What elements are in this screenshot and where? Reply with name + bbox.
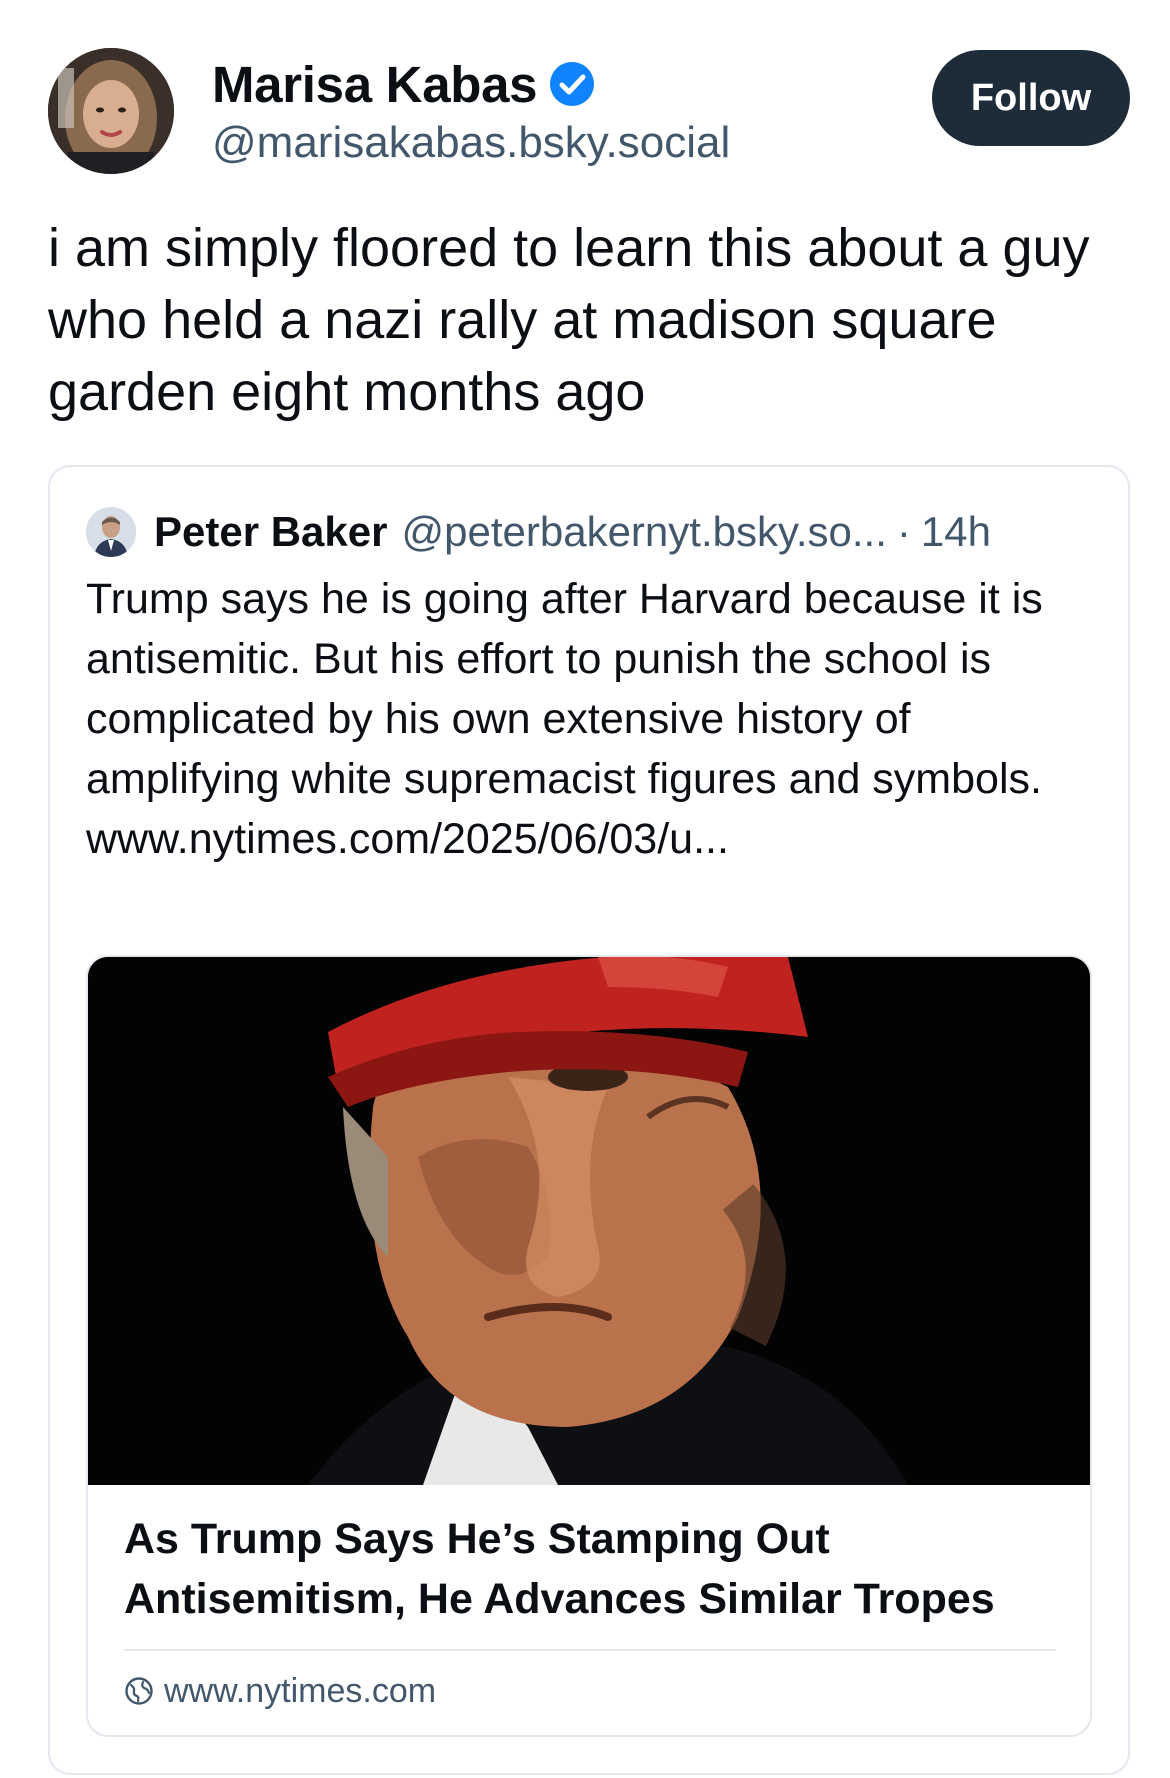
- author-name-row: Marisa Kabas: [212, 52, 730, 116]
- quote-author-display-name[interactable]: Peter Baker: [154, 508, 387, 556]
- link-card[interactable]: As Trump Says He’s Stamping Out Antisemi…: [86, 955, 1092, 1737]
- quote-author-handle[interactable]: @peterbakernyt.bsky.so...: [401, 508, 886, 556]
- link-card-image: [88, 957, 1090, 1485]
- quote-card[interactable]: Peter Baker @peterbakernyt.bsky.so... · …: [48, 465, 1130, 1775]
- quote-text: Trump says he is going after Harvard bec…: [86, 575, 1043, 863]
- follow-button[interactable]: Follow: [932, 50, 1130, 146]
- verified-check-icon: [549, 61, 595, 107]
- globe-icon: [124, 1676, 154, 1706]
- quote-header: Peter Baker @peterbakernyt.bsky.so... · …: [86, 507, 991, 557]
- quote-author-avatar[interactable]: [86, 507, 136, 557]
- author-avatar-image: [48, 48, 174, 174]
- author-avatar[interactable]: [48, 48, 174, 174]
- link-card-domain: www.nytimes.com: [164, 1671, 437, 1710]
- link-card-divider: [124, 1649, 1056, 1651]
- author-info: Marisa Kabas @marisakabas.bsky.social: [212, 52, 730, 168]
- quote-separator: ·: [896, 508, 911, 555]
- link-card-title: As Trump Says He’s Stamping Out Antisemi…: [124, 1515, 995, 1623]
- quote-timestamp[interactable]: 14h: [921, 508, 991, 556]
- author-handle[interactable]: @marisakabas.bsky.social: [212, 118, 730, 168]
- post-text: i am simply floored to learn this about …: [48, 218, 1090, 422]
- post: Marisa Kabas @marisakabas.bsky.social Fo…: [0, 0, 1170, 1778]
- link-card-domain-row: www.nytimes.com: [124, 1663, 436, 1719]
- author-display-name[interactable]: Marisa Kabas: [212, 55, 538, 114]
